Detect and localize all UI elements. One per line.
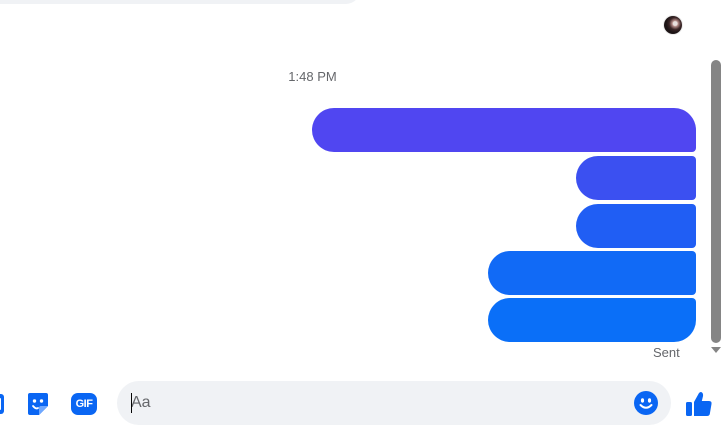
attach-button[interactable] bbox=[0, 391, 6, 417]
scroll-down-arrow-icon[interactable] bbox=[711, 347, 721, 353]
outgoing-message-bubble[interactable] bbox=[576, 204, 696, 248]
gif-icon: GIF bbox=[71, 393, 97, 415]
message-input[interactable] bbox=[131, 381, 621, 425]
emoji-button[interactable] bbox=[633, 390, 659, 416]
vertical-scrollbar[interactable] bbox=[708, 56, 724, 356]
sticker-icon bbox=[28, 393, 48, 415]
attach-icon bbox=[0, 394, 4, 414]
message-composer: GIF bbox=[0, 370, 724, 439]
message-timestamp: 1:48 PM bbox=[288, 69, 337, 84]
chat-window: 1:48 PM Sent GIF bbox=[0, 0, 724, 439]
sticker-button[interactable] bbox=[25, 391, 51, 417]
outgoing-message-bubble[interactable] bbox=[312, 108, 696, 152]
text-cursor bbox=[131, 393, 132, 413]
thumbs-up-icon bbox=[686, 392, 712, 416]
outgoing-message-bubble[interactable] bbox=[488, 251, 696, 295]
scrollbar-thumb[interactable] bbox=[711, 60, 721, 343]
previous-element-edge bbox=[0, 0, 360, 4]
read-receipt-avatar bbox=[664, 16, 682, 34]
gif-button[interactable]: GIF bbox=[70, 391, 98, 417]
message-input-box[interactable] bbox=[117, 381, 671, 425]
outgoing-message-bubble[interactable] bbox=[488, 298, 696, 342]
smiley-icon bbox=[634, 391, 658, 415]
delivery-status: Sent bbox=[653, 345, 680, 360]
send-like-button[interactable] bbox=[685, 390, 713, 418]
outgoing-message-bubble[interactable] bbox=[576, 156, 696, 200]
